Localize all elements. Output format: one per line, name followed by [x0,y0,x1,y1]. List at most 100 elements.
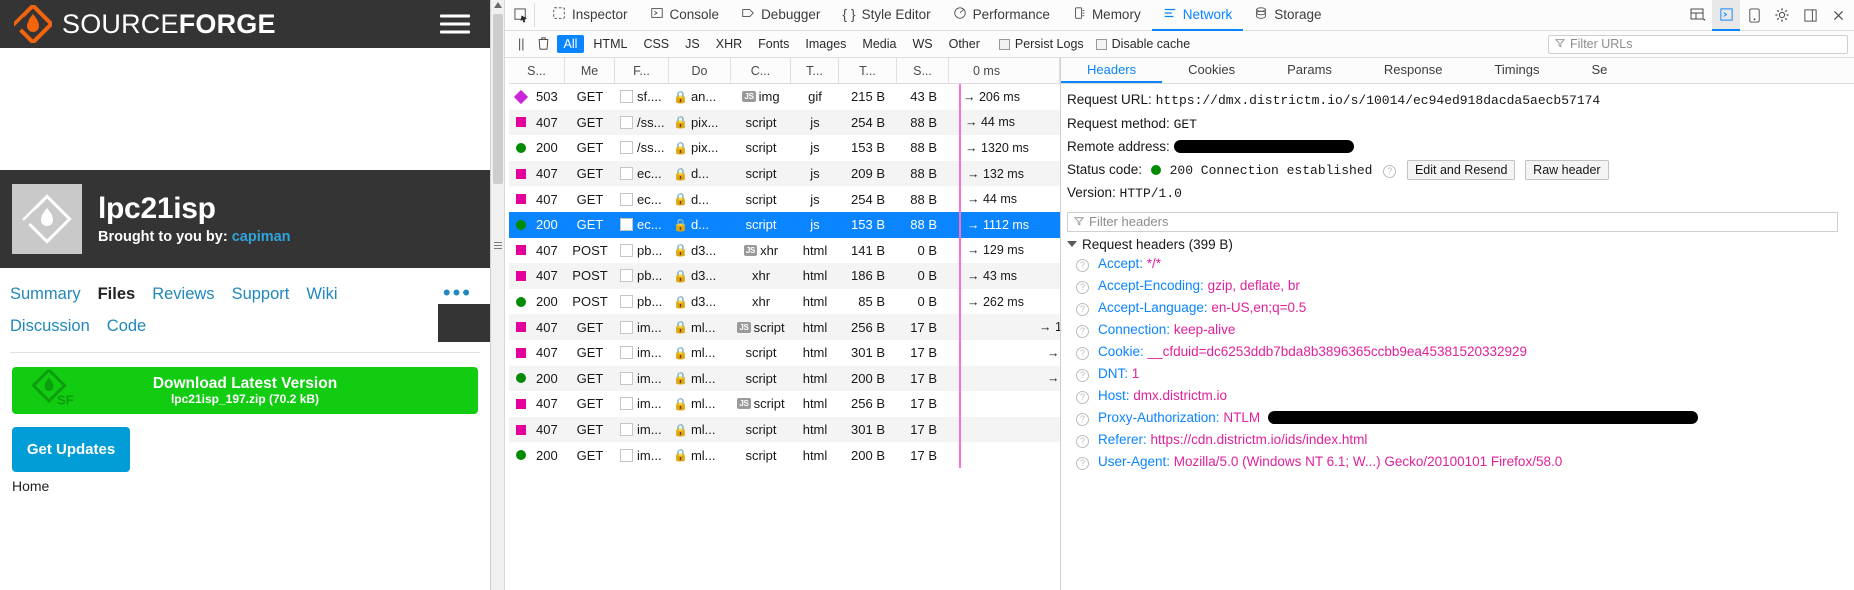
column-file[interactable]: F... [615,58,669,83]
column-transferred[interactable]: T... [839,58,897,83]
filter-headers-input[interactable]: Filter headers [1067,211,1839,232]
details-tab-response[interactable]: Response [1358,58,1469,83]
header-value[interactable]: __cfduid=dc6253ddb7bda8b3896365ccbb9ea45… [1148,344,1528,359]
column-type[interactable]: T... [791,58,839,83]
header-name[interactable]: User-Agent: [1098,454,1170,469]
table-row[interactable]: 407 GET ec... 🔒 d... script js 254 B 88 B → 44 ms [509,186,1060,212]
table-row[interactable]: 407 POST pb... 🔒 d3... xhr html 186 B 0 B → 43 ms [509,263,1060,289]
header-help-icon[interactable]: ? [1076,368,1089,382]
header-help-icon[interactable]: ? [1076,390,1089,404]
header-name[interactable]: Accept-Encoding: [1098,278,1204,293]
filter-urls-input[interactable]: Filter URLs [1548,34,1848,54]
header-name[interactable]: Connection: [1098,322,1170,337]
tab-performance[interactable]: Performance [942,0,1061,31]
hamburger-menu-icon[interactable] [440,10,470,39]
column-status[interactable]: S... [509,58,565,83]
header-name[interactable]: Accept: [1098,256,1143,271]
more-nav-icon[interactable]: ••• [443,282,472,304]
header-help-icon[interactable]: ? [1076,258,1089,272]
header-value[interactable]: dmx.districtm.io [1133,388,1227,403]
disable-cache-checkbox[interactable]: Disable cache [1095,37,1190,51]
table-row[interactable]: 407 GET im... 🔒 ml... JS script html 256 B 17 B [509,391,1060,417]
sourceforge-logo-icon[interactable] [11,2,55,46]
edit-and-resend-button[interactable]: Edit and Resend [1406,159,1516,180]
header-value[interactable]: https://cdn.districtm.io/ids/index.html [1151,432,1368,447]
filter-type-images[interactable]: Images [798,35,853,53]
split-console-icon[interactable] [1712,0,1740,31]
request-headers-section-toggle[interactable]: Request headers (399 B) [1067,237,1854,252]
header-name[interactable]: DNT: [1098,366,1128,381]
column-domain[interactable]: Do [669,58,731,83]
sourceforge-wordmark[interactable]: SOURCEFORGE [62,9,276,40]
details-tab-headers[interactable]: Headers [1061,58,1163,83]
tab-storage[interactable]: Storage [1243,0,1332,31]
filter-type-js[interactable]: JS [678,35,707,53]
tab-console[interactable]: Console [639,0,731,31]
nav-files[interactable]: Files [98,285,136,303]
filter-type-media[interactable]: Media [855,35,903,53]
table-row[interactable]: 200 GET/ss... 🔒 pix... script js 153 B 88 B → 13… [509,135,1060,161]
persist-logs-checkbox[interactable]: Persist Logs [998,37,1084,51]
header-value[interactable]: keep-alive [1174,322,1236,337]
table-row[interactable]: 503 GET sf.... 🔒 an... JS img gif 215 B 43 B → 206… [509,84,1060,110]
header-name[interactable]: Accept-Language: [1098,300,1208,315]
header-value[interactable]: 1 [1132,366,1140,381]
table-row[interactable]: 200 GET im... 🔒 ml... script html 200 B 17 B [509,442,1060,468]
header-help-icon[interactable]: ? [1076,412,1089,426]
details-tab-cookies[interactable]: Cookies [1162,58,1261,83]
scrollbar-thumb[interactable] [493,14,503,184]
get-updates-button[interactable]: Get Updates [12,427,130,473]
nav-wiki[interactable]: Wiki [306,285,337,303]
header-help-icon[interactable]: ? [1076,346,1089,360]
raw-headers-button[interactable]: Raw header [1525,159,1609,180]
dock-icon[interactable] [1796,0,1824,31]
table-row[interactable]: 407 GET im... 🔒 ml... JS script html 256 B 17 B → … [509,314,1060,340]
header-value[interactable]: en-US,en;q=0.5 [1211,300,1306,315]
header-value[interactable]: NTLM [1223,410,1260,425]
download-latest-version-button[interactable]: SF Download Latest Version lpc21isp_197.… [12,367,478,415]
header-value[interactable]: gzip, deflate, br [1208,278,1300,293]
header-value[interactable]: Mozilla/5.0 (Windows NT 6.1; W...) Gecko… [1174,454,1562,469]
clear-trash-icon[interactable] [532,34,555,55]
table-row[interactable]: 407 GET/ss... 🔒 pix... script js 254 B 88 B → 44… [509,109,1060,136]
filter-type-css[interactable]: CSS [636,35,676,53]
column-size[interactable]: S... [897,58,949,83]
column-timeline[interactable]: 0 ms [949,58,1060,83]
tab-network[interactable]: Network [1151,0,1244,31]
header-name[interactable]: Host: [1098,388,1130,403]
nav-discussion[interactable]: Discussion [10,317,90,335]
table-row[interactable]: 200 GET im... 🔒ml... script html 200 B 17 B → 51… [509,365,1060,392]
request-url-value[interactable]: https://dmx.districtm.io/s/10014/ec94ed9… [1156,93,1601,108]
details-tab-params[interactable]: Params [1261,58,1358,83]
table-row[interactable]: 407 GET im... 🔒ml... script html 301 B 17 B → 50… [509,339,1060,366]
filter-type-all[interactable]: All [556,35,585,53]
home-label[interactable]: Home [12,478,478,494]
table-row[interactable]: 407 POST pb... 🔒 d3... JS xhr html 141 B0 B → 129… [509,237,1060,264]
header-name[interactable]: Proxy-Authorization: [1098,410,1220,425]
filter-type-fonts[interactable]: Fonts [751,35,796,53]
tab-memory[interactable]: Memory [1061,0,1152,31]
filter-type-html[interactable]: HTML [586,35,634,53]
column-method[interactable]: Me [565,58,615,83]
header-help-icon[interactable]: ? [1076,302,1089,316]
details-tab-security[interactable]: Se [1565,58,1633,83]
column-cause[interactable]: C... [731,58,791,83]
header-help-icon[interactable]: ? [1076,324,1089,338]
details-tab-timings[interactable]: Timings [1468,58,1565,83]
project-author-link[interactable]: capiman [232,229,291,245]
table-row[interactable]: 407 GET ec... 🔒 d... script js 209 B 88 B → 132 m… [509,160,1060,187]
header-help-icon[interactable]: ? [1076,456,1089,470]
responsive-design-mode-icon[interactable] [1684,0,1712,31]
nav-summary[interactable]: Summary [10,285,81,303]
status-help-icon[interactable]: ? [1383,164,1397,178]
header-value[interactable]: */* [1147,256,1161,271]
nav-support[interactable]: Support [232,285,290,303]
tab-inspector[interactable]: Inspector [541,0,639,31]
page-scrollbar[interactable] [491,0,505,590]
table-row[interactable]: 200 POST pb... 🔒 d3... xhr html 85 B 0 B → 262 ms [509,288,1060,315]
filter-type-xhr[interactable]: XHR [709,35,749,53]
filter-type-ws[interactable]: WS [905,35,939,53]
scroll-up-arrow-icon[interactable] [494,2,502,8]
table-row[interactable]: 407 GET im... 🔒 ml... script html 301 B 17 B [509,416,1060,443]
header-name[interactable]: Referer: [1098,432,1147,447]
